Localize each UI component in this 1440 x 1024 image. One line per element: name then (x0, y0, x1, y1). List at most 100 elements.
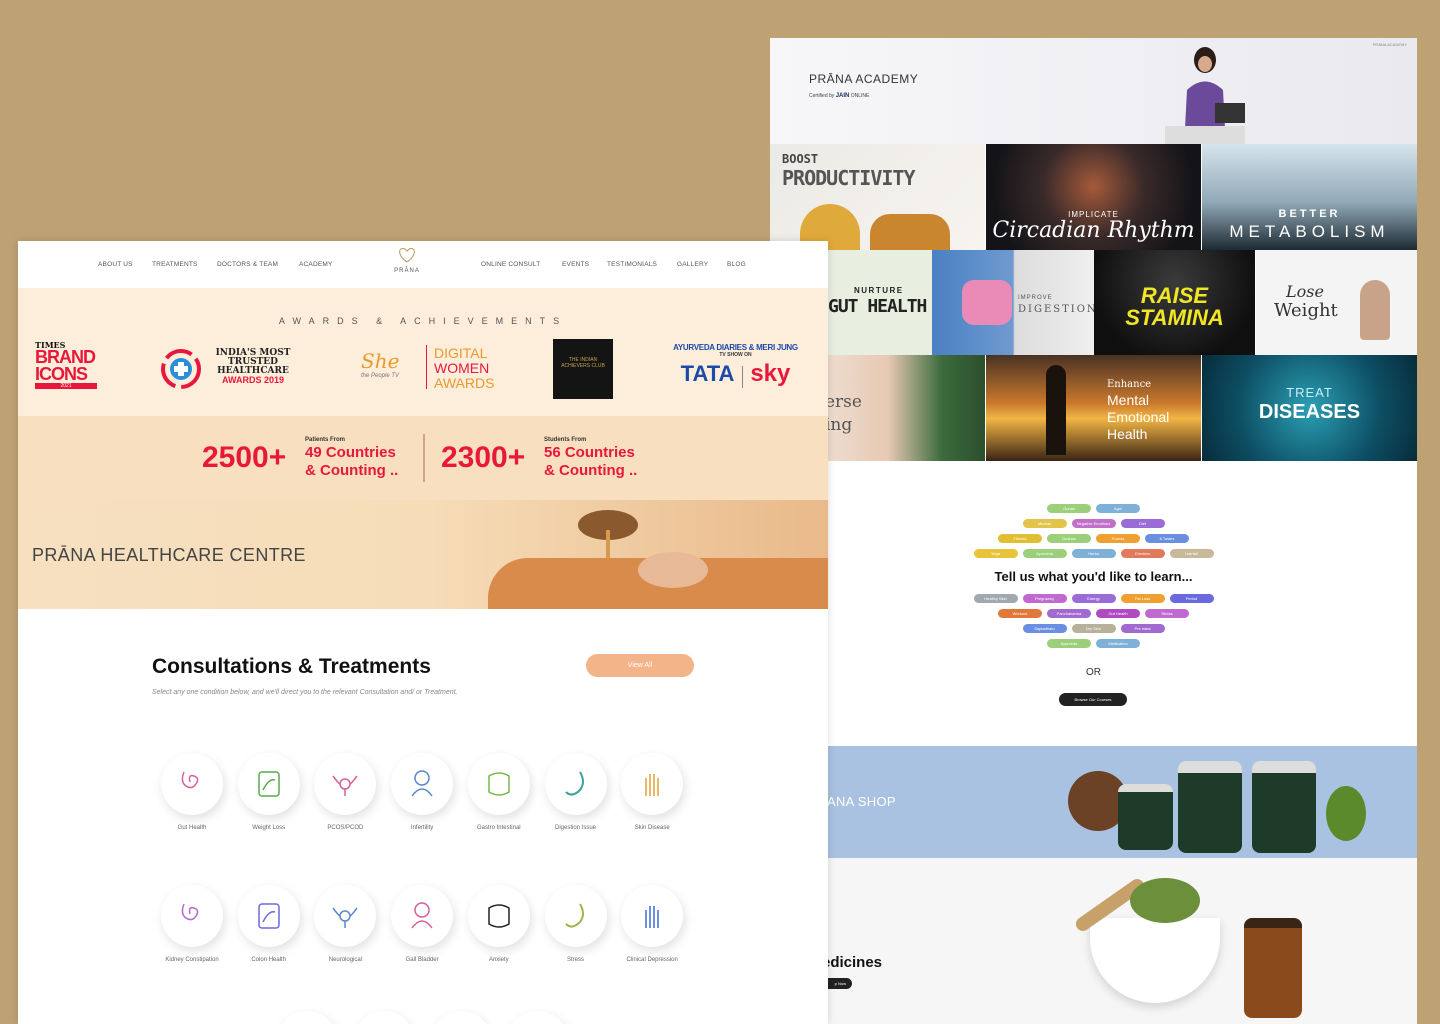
learn-goal-tag[interactable]: Healthy Skin (973, 594, 1018, 603)
woman-laptop-image (1165, 47, 1245, 144)
indian-achievers-logo: THE INDIAN ACHIEVERS CLUB (553, 339, 613, 399)
nav-about[interactable]: ABOUT US (98, 261, 133, 268)
learn-goal-tag[interactable]: Energy (1071, 594, 1116, 603)
view-all-button[interactable]: View All (586, 654, 694, 677)
nav-academy[interactable]: ACADEMY (299, 261, 333, 268)
condition-infertility[interactable] (391, 753, 454, 815)
learn-goal-tag[interactable]: Pre natal (1120, 624, 1165, 633)
condition-kidney[interactable] (161, 885, 223, 947)
learn-topic-tag[interactable]: Pranas (1096, 534, 1140, 543)
learn-goal-tag[interactable]: Ayurveda (1047, 639, 1091, 648)
digital-text: DIGITAL (434, 345, 488, 361)
tile-digestion-text: DIGESTION (1018, 304, 1094, 315)
diaries-text: AYURVEDA DIARIES & MERI JUNG (673, 343, 798, 352)
tile-improve-text: IMPROVE (1018, 295, 1053, 301)
digital-women-award: DIGITAL WOMEN AWARDS (434, 346, 494, 391)
learn-goal-tag[interactable]: Panchakarma (1047, 609, 1091, 618)
tile-digestion[interactable]: IMPROVE DIGESTION (932, 250, 1094, 355)
learn-topic-tag[interactable]: Emotion (1120, 549, 1165, 558)
tile-emotional-text: Emotional (1107, 409, 1170, 425)
learn-topic-tag[interactable]: Hairfall (1169, 549, 1214, 558)
tile-productivity[interactable]: BOOST PRODUCTIVITY (770, 144, 985, 250)
learn-goal-tag[interactable]: Workout (998, 609, 1042, 618)
condition-weight-loss[interactable] (237, 753, 300, 815)
learn-topic-tag[interactable]: Yoga (973, 549, 1018, 558)
nav-doctors[interactable]: DOCTORS & TEAM (217, 261, 278, 268)
tile-lose-weight[interactable]: Lose Weight (1256, 250, 1417, 355)
colon-icon (257, 903, 280, 929)
condition-circle[interactable] (430, 1011, 492, 1024)
condition-anxiety[interactable] (467, 885, 530, 947)
patients-from: Patients From (305, 437, 346, 443)
nav-events[interactable]: EVENTS (562, 261, 589, 268)
learn-goal-tag[interactable]: Saptadhatu (1022, 624, 1067, 633)
learn-topic-tag[interactable]: 6 Tastes (1145, 534, 1189, 543)
learn-goal-tag[interactable]: Pregnancy (1022, 594, 1067, 603)
gall-bladder-icon (411, 902, 433, 929)
condition-circle[interactable] (353, 1011, 415, 1024)
condition-digestion[interactable] (544, 753, 607, 815)
learn-topic-tag[interactable]: Diet (1120, 519, 1165, 528)
tile-enhance-text: Enhance (1107, 379, 1152, 390)
nav-treatments[interactable]: TREATMENTS (152, 261, 198, 268)
learn-topic-tag[interactable]: Doshas (1047, 534, 1091, 543)
learn-goal-tag[interactable]: Stress (1145, 609, 1189, 618)
condition-brain[interactable] (314, 885, 377, 947)
nav-testimonials[interactable]: TESTIMONIALS (607, 261, 657, 268)
learn-goal-tag[interactable]: Dry Skin (1071, 624, 1116, 633)
learn-topic-tag[interactable]: Fitness (998, 534, 1042, 543)
condition-circle[interactable] (276, 1011, 338, 1024)
anxiety-icon (488, 904, 510, 928)
brain-icon (332, 907, 358, 928)
tile-metabolism-text: METABOLISM (1229, 222, 1390, 241)
yoga-person-image (1360, 280, 1390, 340)
learn-topic-tag[interactable]: Negative Emotions (1071, 519, 1116, 528)
she-sub-text: the People TV (361, 373, 400, 379)
learn-topic-tag[interactable]: Herbs (1071, 549, 1116, 558)
prana-logo[interactable]: PRĀNA (389, 247, 425, 274)
nav-online-consult[interactable]: ONLINE CONSULT (481, 261, 540, 268)
tile-stamina-text: STAMINA (1125, 305, 1224, 330)
oil-stream-image (606, 530, 610, 560)
learn-goal-tag[interactable]: Period (1169, 594, 1214, 603)
silhouette-image (1046, 365, 1066, 455)
students-line2: & Counting .. (544, 462, 638, 479)
patients-line2: & Counting .. (305, 462, 399, 479)
tile-reverse-text: erse (825, 392, 862, 412)
condition-gall-bladder[interactable] (391, 885, 454, 947)
certifier-name: JAIN (835, 93, 850, 99)
condition-circle[interactable] (507, 1011, 569, 1024)
condition-gastro[interactable] (467, 753, 530, 815)
tile-metabolism[interactable]: BETTER METABOLISM (1202, 144, 1417, 250)
learn-topic-tag[interactable]: Agni (1096, 504, 1140, 513)
learn-goal-tag[interactable]: Gut Health (1096, 609, 1140, 618)
learn-topic-tag[interactable]: Ayurveda (1022, 549, 1067, 558)
learn-topic-tag[interactable]: Mudras (1022, 519, 1067, 528)
browse-courses-button[interactable]: Browse Our Courses (1059, 693, 1127, 706)
students-count: 2300+ (441, 441, 526, 474)
academy-page: PRĀNA ACADEMY Certified by JAIN ONLINE P… (770, 38, 1417, 1024)
condition-stress[interactable] (544, 885, 607, 947)
learn-goal-tag[interactable]: Fat Loss (1120, 594, 1165, 603)
nav-blog[interactable]: BLOG (727, 261, 746, 268)
tile-better-text: BETTER (1278, 208, 1341, 220)
learn-prompt: Tell us what you'd like to learn... (994, 569, 1193, 584)
condition-pcos[interactable] (314, 753, 377, 815)
club-text: THE INDIAN ACHIEVERS CLUB (561, 357, 605, 369)
condition-label: Skin Disease (634, 825, 670, 831)
learn-topic-tag[interactable]: Gunas (1047, 504, 1091, 513)
tile-mental-health[interactable]: Enhance Mental Emotional Health (986, 355, 1201, 461)
learn-goal-tag[interactable]: Medication (1096, 639, 1140, 648)
healthcare-centre-banner[interactable]: PRĀNA HEALTHCARE CENTRE (18, 500, 828, 609)
condition-gut-health[interactable] (161, 753, 223, 815)
tile-circadian[interactable]: IMPLICATE Circadian Rhythm (986, 144, 1201, 250)
condition-depression[interactable] (621, 885, 684, 947)
prana-shop-banner[interactable]: ANA SHOP (770, 746, 1417, 858)
tile-stamina[interactable]: RAISE STAMINA (1094, 250, 1255, 355)
nav-gallery[interactable]: GALLERY (677, 261, 708, 268)
condition-colon[interactable] (237, 885, 300, 947)
sky-text: sky (750, 360, 791, 387)
condition-skin-disease[interactable] (621, 753, 684, 815)
tile-diseases[interactable]: TREAT DISEASES (1202, 355, 1417, 461)
product-jar-image (1178, 761, 1242, 853)
